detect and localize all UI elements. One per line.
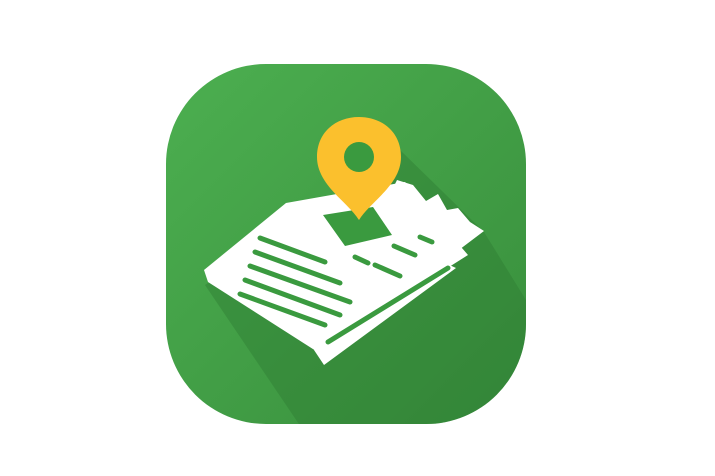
app-icon[interactable]	[0, 0, 715, 476]
map-pin-hole	[344, 142, 374, 172]
icon-stage	[0, 0, 715, 476]
